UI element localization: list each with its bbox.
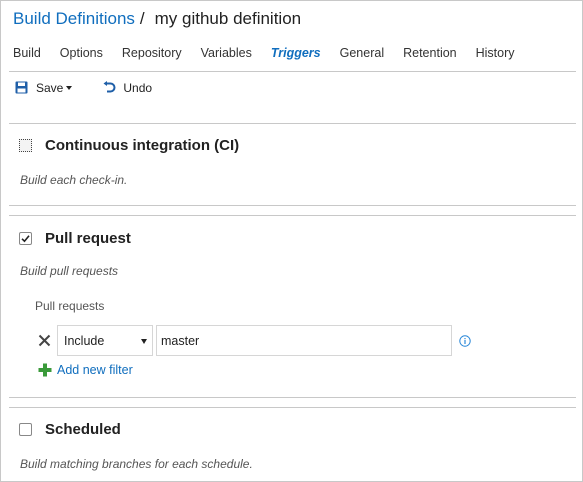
ci-section-header: Continuous integration (CI) [19, 137, 239, 154]
toolbar-divider [9, 123, 576, 124]
scheduled-section-title: Scheduled [45, 421, 121, 438]
ci-checkbox[interactable] [19, 139, 32, 152]
tab-variables[interactable]: Variables [201, 46, 252, 60]
tab-bar: Build Options Repository Variables Trigg… [13, 46, 534, 60]
breadcrumb: Build Definitions / my github definition [13, 9, 301, 35]
checkmark-icon [21, 235, 30, 243]
breadcrumb-build-definitions-link[interactable]: Build Definitions [13, 9, 135, 29]
chevron-down-icon [141, 339, 147, 344]
scheduled-section-header: Scheduled [19, 421, 121, 438]
tabs-divider [9, 71, 576, 72]
chevron-down-icon [66, 86, 73, 90]
tab-history[interactable]: History [476, 46, 515, 60]
add-new-filter-label: Add new filter [57, 363, 133, 377]
toolbar: Save Undo [15, 81, 152, 95]
section-divider [9, 215, 576, 216]
pr-section-description: Build pull requests [20, 264, 119, 278]
tab-general[interactable]: General [340, 46, 384, 60]
section-divider [9, 407, 576, 408]
branch-filter-row: Include master [37, 325, 471, 356]
add-new-filter-button[interactable]: Add new filter [38, 363, 133, 377]
tab-options[interactable]: Options [60, 46, 103, 60]
undo-label: Undo [123, 81, 153, 95]
plus-icon [38, 363, 52, 377]
close-icon [38, 334, 50, 347]
pr-section-header: Pull request [19, 230, 131, 247]
scheduled-checkbox[interactable] [19, 423, 32, 436]
section-divider [9, 205, 576, 206]
breadcrumb-separator: / [139, 9, 145, 28]
tab-triggers[interactable]: Triggers [271, 46, 321, 60]
undo-arrow-icon [102, 81, 116, 95]
pr-checkbox[interactable] [19, 232, 32, 245]
build-definition-editor: Build Definitions / my github definition… [0, 0, 583, 482]
filter-type-select[interactable]: Include [57, 325, 153, 356]
pull-requests-label: Pull requests [35, 299, 105, 313]
ci-section-description: Build each check-in. [20, 173, 128, 187]
save-label: Save [36, 81, 64, 95]
scheduled-section-description: Build matching branches for each schedul… [20, 457, 253, 471]
page-title: my github definition [154, 9, 302, 28]
floppy-disk-icon [15, 81, 29, 95]
info-icon[interactable] [459, 334, 471, 347]
filter-type-value: Include [64, 333, 105, 348]
pr-section-title: Pull request [45, 230, 131, 247]
section-divider [9, 397, 576, 398]
save-button[interactable]: Save [15, 81, 73, 95]
branch-filter-input[interactable]: master [156, 325, 452, 356]
ci-section-title: Continuous integration (CI) [45, 137, 240, 154]
tab-repository[interactable]: Repository [122, 46, 182, 60]
branch-filter-value: master [161, 333, 200, 348]
remove-filter-button[interactable] [37, 334, 51, 348]
tab-build[interactable]: Build [13, 46, 41, 60]
undo-button[interactable]: Undo [102, 81, 152, 95]
tab-retention[interactable]: Retention [403, 46, 457, 60]
